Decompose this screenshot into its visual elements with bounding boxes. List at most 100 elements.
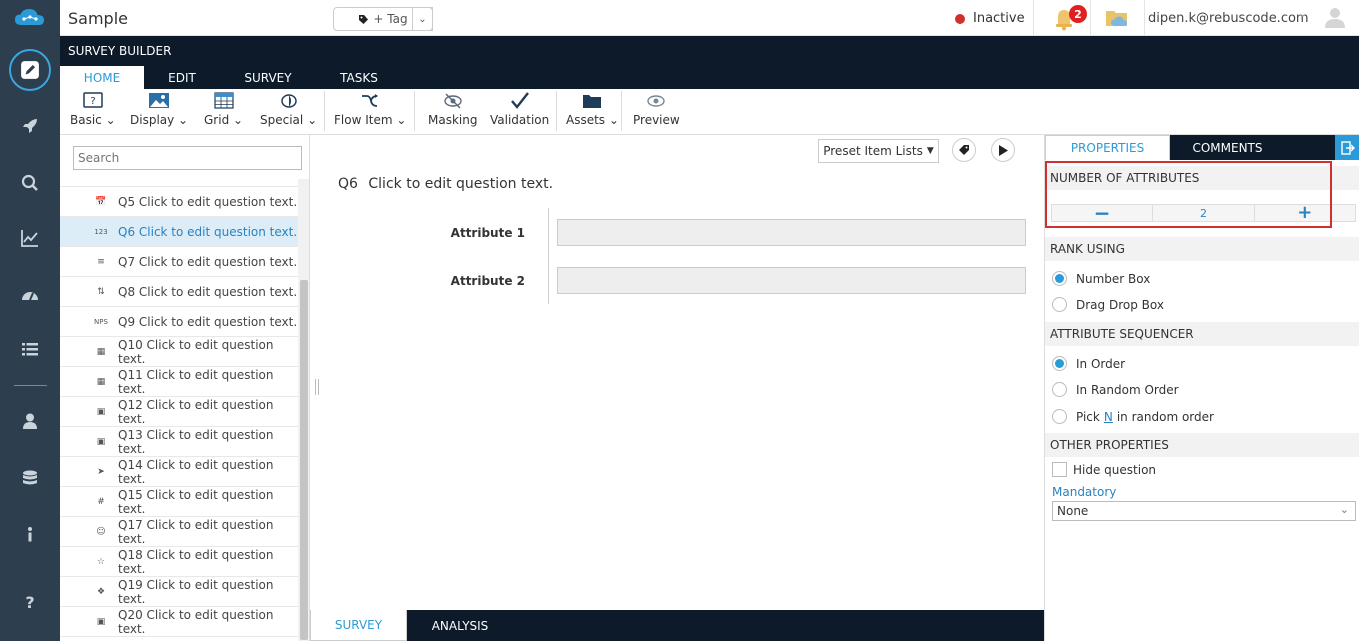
- database-icon[interactable]: [0, 459, 60, 499]
- user-menu-chevron-icon[interactable]: ⌄: [1298, 9, 1306, 20]
- logo[interactable]: [0, 0, 60, 36]
- analytics-icon[interactable]: [0, 218, 60, 258]
- calendar-icon: 📅: [95, 197, 107, 207]
- grid-button[interactable]: Grid ⌄: [204, 92, 243, 127]
- validation-button[interactable]: Validation: [490, 92, 549, 127]
- topbar-divider: [1090, 0, 1091, 36]
- radio-drag-drop-box[interactable]: Drag Drop Box: [1052, 297, 1164, 312]
- grid-icon: ▦: [96, 377, 106, 387]
- list-item[interactable]: ≡ Q7 Click to edit question text.: [60, 247, 298, 277]
- preview-label: Preview: [633, 113, 680, 127]
- play-button[interactable]: [991, 138, 1015, 162]
- survey-title[interactable]: Sample: [68, 9, 128, 28]
- question-title[interactable]: Q6 Click to edit question text.: [338, 176, 553, 192]
- bottom-tabs: SURVEY ANALYSIS: [310, 610, 1044, 641]
- sort-list-icon: ≡: [97, 257, 105, 267]
- basic-button[interactable]: ? Basic ⌄: [70, 92, 116, 127]
- list-item[interactable]: [60, 179, 298, 187]
- cloud-folder-icon[interactable]: [1104, 6, 1130, 30]
- list-item[interactable]: ☺ Q17 Click to edit question text.: [60, 517, 298, 547]
- list-item[interactable]: ▣ Q20 Click to edit question text.: [60, 607, 298, 637]
- radio-number-box[interactable]: Number Box: [1052, 271, 1150, 286]
- list-item-label: Q5 Click to edit question text.: [118, 194, 298, 209]
- flow-item-button[interactable]: Flow Item ⌄: [334, 92, 406, 127]
- list-item[interactable]: ▦ Q11 Click to edit question text.: [60, 367, 298, 397]
- radio-in-random-order[interactable]: In Random Order: [1052, 382, 1179, 397]
- topbar-divider: [1033, 0, 1034, 36]
- user-email[interactable]: dipen.k@rebuscode.com: [1148, 11, 1309, 26]
- scrollbar-thumb[interactable]: [300, 280, 308, 640]
- builder-title: SURVEY BUILDER: [68, 44, 172, 58]
- list-item[interactable]: NPS Q9 Click to edit question text.: [60, 307, 298, 337]
- list-item[interactable]: ➤ Q14 Click to edit question text.: [60, 457, 298, 487]
- exit-panel-icon[interactable]: [1335, 135, 1359, 160]
- help-icon[interactable]: ?: [0, 582, 60, 622]
- ribbon-divider: [324, 91, 325, 131]
- search-icon[interactable]: [0, 163, 60, 203]
- pick-n-link[interactable]: N: [1104, 410, 1113, 424]
- list-item[interactable]: # Q15 Click to edit question text.: [60, 487, 298, 517]
- list-item[interactable]: ⇅ Q8 Click to edit question text.: [60, 277, 298, 307]
- rocket-icon[interactable]: [0, 106, 60, 146]
- tab-survey[interactable]: SURVEY: [232, 66, 304, 89]
- list-item-label: Q9 Click to edit question text.: [118, 314, 298, 329]
- tab-survey-view[interactable]: SURVEY: [310, 610, 407, 641]
- dashboard-icon[interactable]: [0, 275, 60, 315]
- list-item-label: Q11 Click to edit question text.: [118, 367, 274, 396]
- hide-question-checkbox[interactable]: Hide question: [1052, 462, 1156, 477]
- attribute-rank-box[interactable]: [557, 267, 1026, 294]
- list-item[interactable]: ▦ Q10 Click to edit question text.: [60, 337, 298, 367]
- tag-dropdown-chevron-icon[interactable]: ⌄: [412, 7, 433, 31]
- resize-handle[interactable]: [315, 379, 319, 395]
- list-icon[interactable]: [0, 330, 60, 370]
- puzzle-icon: ❖: [96, 587, 106, 597]
- search-input[interactable]: [73, 146, 302, 170]
- special-button[interactable]: Special ⌄: [260, 92, 317, 127]
- list-item-label: Q14 Click to edit question text.: [118, 457, 274, 486]
- radio-selected-icon: [1052, 271, 1067, 286]
- text-grid-icon: ▣: [96, 407, 106, 417]
- radio-in-order[interactable]: In Order: [1052, 356, 1125, 371]
- attribute-rank-box[interactable]: [557, 219, 1026, 246]
- mandatory-value: None: [1057, 504, 1089, 518]
- list-item[interactable]: ❖ Q19 Click to edit question text.: [60, 577, 298, 607]
- attribute-label: Attribute 2: [450, 274, 525, 288]
- radio-label: in random order: [1116, 409, 1214, 424]
- preset-item-lists-dropdown[interactable]: Preset Item Lists ▼: [818, 139, 939, 163]
- question-text: Click to edit question text.: [368, 176, 554, 192]
- list-item[interactable]: ▣ Q13 Click to edit question text.: [60, 427, 298, 457]
- radio-pick-n-random[interactable]: Pick N in random order: [1052, 409, 1214, 424]
- tab-properties[interactable]: PROPERTIES: [1045, 135, 1170, 160]
- tab-comments[interactable]: COMMENTS: [1170, 135, 1285, 160]
- tab-home[interactable]: HOME: [60, 66, 144, 89]
- eye-icon: [647, 95, 666, 107]
- display-button[interactable]: Display ⌄: [130, 92, 188, 127]
- status-dot-icon: [955, 13, 965, 24]
- mandatory-select[interactable]: None ⌄: [1052, 501, 1356, 521]
- tag-button[interactable]: [952, 138, 976, 162]
- info-icon[interactable]: [0, 515, 60, 555]
- home-ribbon: ? Basic ⌄ Display ⌄ Grid ⌄ Special ⌄ Flo…: [60, 89, 1359, 135]
- tab-analysis[interactable]: ANALYSIS: [414, 610, 506, 641]
- rail-survey-builder[interactable]: [0, 49, 60, 91]
- grid-label: Grid: [204, 113, 230, 127]
- masking-label: Masking: [428, 113, 478, 127]
- text-grid-icon: ▣: [96, 617, 106, 627]
- radio-selected-icon: [1052, 356, 1067, 371]
- paper-plane-icon: ➤: [97, 467, 105, 477]
- list-item[interactable]: 📅 Q5 Click to edit question text.: [60, 187, 298, 217]
- radio-label: Number Box: [1076, 271, 1151, 286]
- masking-button[interactable]: Masking: [428, 92, 477, 127]
- user-icon[interactable]: [0, 401, 60, 441]
- assets-button[interactable]: Assets ⌄: [566, 92, 619, 127]
- avatar[interactable]: [1323, 5, 1347, 29]
- attribute-label: Attribute 1: [450, 226, 525, 240]
- survey-status[interactable]: Inactive: [955, 11, 1025, 26]
- tab-edit[interactable]: EDIT: [148, 66, 216, 89]
- list-item[interactable]: 123 Q6 Click to edit question text.: [60, 217, 298, 247]
- preview-button[interactable]: Preview: [633, 92, 680, 127]
- list-item[interactable]: ▣ Q12 Click to edit question text.: [60, 397, 298, 427]
- top-bar: Sample + Tag ⌄ Inactive 2 dipen.k@rebusc…: [60, 0, 1359, 36]
- list-item[interactable]: ☆ Q18 Click to edit question text.: [60, 547, 298, 577]
- tab-tasks[interactable]: TASKS: [325, 66, 393, 89]
